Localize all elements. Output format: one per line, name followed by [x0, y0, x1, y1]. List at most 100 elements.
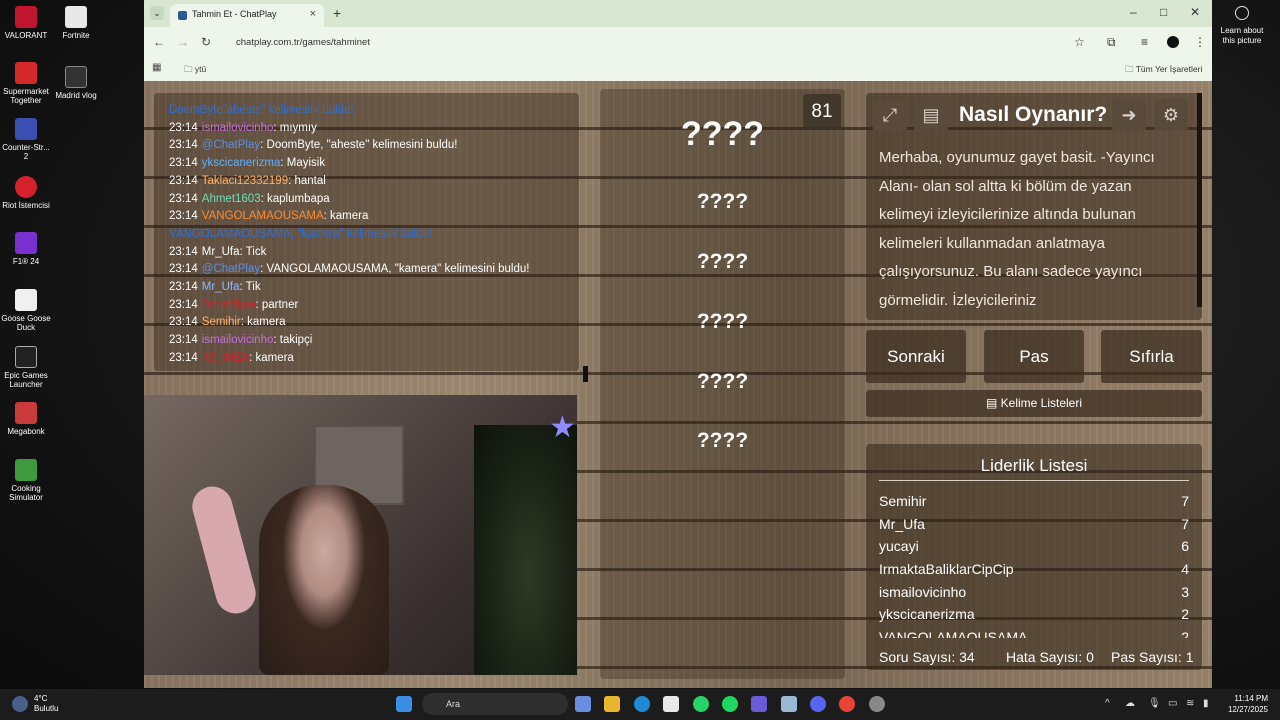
- close-tab-icon[interactable]: ×: [310, 8, 316, 20]
- chat-text: : Tik: [239, 281, 261, 294]
- media-control-icon[interactable]: ≡: [1141, 35, 1148, 49]
- exit-icon[interactable]: ➜: [1112, 99, 1146, 131]
- tab-search-button[interactable]: ⌄: [150, 6, 164, 20]
- forbidden-word: ????: [696, 250, 749, 273]
- wifi-icon[interactable]: ≋: [1186, 698, 1194, 709]
- maximize-button[interactable]: □: [1160, 5, 1167, 19]
- chat-username[interactable]: VANGOLAMAOUSAMA: [202, 210, 324, 222]
- desktop-icon-madrid-vlog[interactable]: Madrid vlog: [50, 66, 102, 100]
- fullscreen-icon[interactable]: ⤢: [873, 99, 907, 131]
- address-bar[interactable]: chatplay.com.tr/games/tahminet: [222, 31, 1094, 53]
- forward-button[interactable]: →: [177, 35, 189, 49]
- chat-message: DoomByte"aheste" kelimesini buldu!: [169, 102, 529, 120]
- bookmark-star-icon[interactable]: ☆: [1074, 35, 1085, 49]
- pass-button[interactable]: Pas: [984, 330, 1084, 383]
- microphone-icon[interactable]: 🎙: [1148, 698, 1161, 709]
- teams-icon[interactable]: [751, 696, 767, 712]
- minimize-button[interactable]: –: [1130, 5, 1137, 19]
- chat-username[interactable]: Mr_Ufa: [202, 246, 240, 258]
- webcam-christmas-tree: [474, 425, 577, 675]
- reset-button[interactable]: Sıfırla: [1101, 330, 1202, 383]
- leaderboard-rows: Semihir 7 Mr_Ufa 7 yucayi 6 IrmaktaBaliklarCip…: [879, 490, 1189, 638]
- battery-icon[interactable]: ▮: [1203, 698, 1209, 709]
- desktop-icon-f1[interactable]: F1® 24: [0, 232, 52, 266]
- gear-icon[interactable]: ⚙: [1154, 99, 1188, 131]
- chat-username[interactable]: Ahmet1603: [202, 193, 261, 205]
- reload-button[interactable]: ↻: [201, 35, 211, 49]
- network-app-icon[interactable]: ☁: [1125, 698, 1135, 709]
- edge-icon[interactable]: [634, 696, 650, 712]
- menu-icon[interactable]: ⋮: [1194, 35, 1206, 49]
- desktop-icon-valorant[interactable]: VALORANT: [0, 6, 52, 40]
- player-score: 7: [1181, 493, 1189, 509]
- back-button[interactable]: ←: [153, 35, 165, 49]
- apps-grid-icon[interactable]: ▦: [152, 62, 161, 73]
- weather-desc: Bulutlu: [34, 704, 59, 713]
- desktop-icon-cooking[interactable]: Cooking Simulator: [0, 459, 52, 502]
- display-icon[interactable]: ▭: [1168, 698, 1177, 709]
- valorant-icon: [15, 6, 37, 28]
- profile-avatar[interactable]: [1167, 36, 1179, 48]
- store-icon[interactable]: [663, 696, 679, 712]
- copilot-icon[interactable]: [575, 696, 591, 712]
- chat-username[interactable]: @ChatPlay: [202, 139, 260, 151]
- desktop-icon-goose[interactable]: Goose Goose Duck: [0, 289, 52, 332]
- spotify-icon[interactable]: [722, 696, 738, 712]
- chat-username[interactable]: Taklaci12332199: [202, 175, 288, 187]
- chat-username[interactable]: ismailovicinho: [202, 122, 274, 134]
- chat-username[interactable]: DoomByte: [202, 299, 256, 311]
- file-explorer-icon[interactable]: [604, 696, 620, 712]
- chat-username[interactable]: VANGOLAMAOUSAMA: [169, 228, 291, 240]
- chrome-icon[interactable]: [839, 696, 855, 712]
- instructions-scrollbar[interactable]: [1197, 93, 1202, 307]
- all-bookmarks-button[interactable]: 🗀 Tüm Yer İşaretleri: [1125, 64, 1202, 78]
- chat-username[interactable]: IW_INEA: [202, 352, 249, 364]
- extensions-icon[interactable]: ⧉: [1107, 35, 1116, 50]
- chat-username[interactable]: ykscicanerizma: [202, 157, 281, 169]
- learn-about-picture[interactable]: Learn about this picture: [1214, 6, 1270, 46]
- whatsapp-icon[interactable]: [693, 696, 709, 712]
- word-lists-button[interactable]: ▤ Kelime Listeleri: [866, 390, 1202, 417]
- goose-icon: [15, 289, 37, 311]
- close-window-button[interactable]: ✕: [1190, 5, 1200, 19]
- player-name: Semihir: [879, 493, 927, 509]
- game-app-icon[interactable]: [781, 696, 797, 712]
- instructions-text: Merhaba, oyunumuz gayet basit. -Yayıncı …: [879, 149, 1155, 309]
- chat-message: 23:14 Semihir: kamera: [169, 314, 529, 332]
- player-name: Mr_Ufa: [879, 515, 925, 532]
- chat-timestamp: 23:14: [169, 281, 198, 294]
- chat-scrollbar[interactable]: [583, 366, 588, 382]
- desktop-icon-counter-strike[interactable]: Counter-Str... 2: [0, 118, 52, 161]
- new-tab-button[interactable]: +: [333, 5, 341, 21]
- chat-username[interactable]: @ChatPlay: [202, 263, 260, 275]
- discord-icon[interactable]: [810, 696, 826, 712]
- clock[interactable]: 11:14 PM 12/27/2025: [1222, 693, 1268, 715]
- desktop-icon-supermarket[interactable]: Supermarket Together: [0, 62, 52, 105]
- chat-text: : DoomByte, "aheste" kelimesini buldu!: [260, 139, 458, 152]
- chat-username[interactable]: ismailovicinho: [202, 334, 274, 346]
- tab-active[interactable]: Tahmin Et - ChatPlay ×: [170, 4, 324, 27]
- desktop-icon-epic[interactable]: Epic Games Launcher: [0, 346, 52, 389]
- chat-message: 23:14 @ChatPlay: VANGOLAMAOUSAMA, "kamera…: [169, 261, 529, 279]
- next-button[interactable]: Sonraki: [866, 330, 966, 383]
- forbidden-word: ????: [696, 370, 749, 393]
- chat-text: : Tick: [239, 245, 267, 258]
- chat-username[interactable]: Semihir: [202, 316, 241, 328]
- chat-timestamp: 23:14: [169, 157, 198, 170]
- chat-text: : kamera: [240, 316, 286, 329]
- desktop-icon-riot[interactable]: Riot İstemcisi: [0, 176, 52, 210]
- chat-message: 23:14 Mr_Ufa: Tick: [169, 244, 529, 262]
- desktop-icon-megabonk[interactable]: Megabonk: [0, 402, 52, 436]
- chevron-up-icon[interactable]: ^: [1105, 698, 1110, 709]
- chat-username[interactable]: Mr_Ufa: [202, 281, 240, 293]
- chatplay-favicon-icon: [178, 11, 187, 20]
- obs-icon[interactable]: [869, 696, 885, 712]
- notes-icon[interactable]: ▤: [914, 99, 948, 131]
- start-icon[interactable]: [396, 696, 412, 712]
- bookmark-folder-ytu[interactable]: 🗀 ytü: [184, 64, 206, 78]
- chat-username[interactable]: DoomByte: [169, 104, 223, 116]
- desktop-icon-fortnite[interactable]: Fortnite: [50, 6, 102, 40]
- chat-text: : mıymıy: [273, 121, 317, 134]
- taskbar-search[interactable]: Ara: [422, 693, 568, 715]
- forbidden-word: ????: [696, 190, 749, 213]
